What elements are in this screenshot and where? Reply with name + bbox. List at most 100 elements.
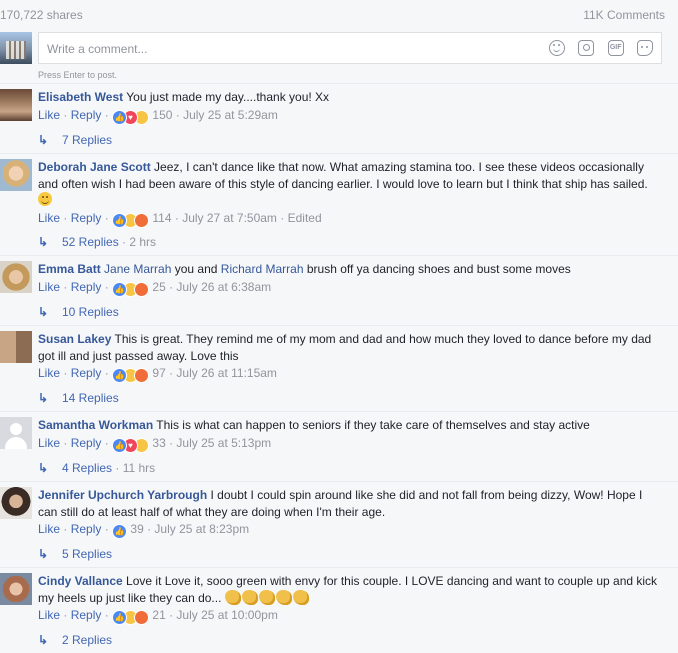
divider — [0, 567, 678, 568]
reaction-count[interactable]: 39 — [130, 522, 143, 536]
view-replies-link[interactable]: ↳ 7 Replies — [38, 133, 112, 147]
reply-arrow-icon: ↳ — [38, 547, 49, 561]
avatar[interactable] — [0, 89, 32, 121]
tagged-user[interactable]: Richard Marrah — [221, 262, 304, 276]
reactions[interactable]: 👍 — [112, 610, 150, 625]
comment-input-placeholder: Write a comment... — [47, 42, 148, 56]
like-button[interactable]: Like — [38, 108, 60, 122]
divider — [0, 83, 678, 84]
reactions[interactable]: 👍 ♥ — [112, 437, 150, 453]
reply-arrow-icon: ↳ — [38, 461, 49, 475]
comment-text: You just made my day....thank you! Xx — [126, 90, 330, 104]
view-replies-link[interactable]: ↳ 2 Replies — [38, 633, 112, 647]
reactions[interactable]: 👍 — [112, 281, 150, 297]
like-button[interactable]: Like — [38, 211, 60, 225]
reaction-count[interactable]: 21 — [152, 608, 165, 622]
divider — [0, 411, 678, 412]
comment-time[interactable]: July 26 at 11:15am — [176, 366, 277, 380]
like-reaction-icon: 👍 — [112, 109, 128, 125]
comment-text: Love it Love it, sooo green with envy fo… — [38, 574, 658, 605]
comment-time[interactable]: July 25 at 5:13pm — [176, 436, 271, 450]
reaction-count[interactable]: 97 — [152, 366, 165, 380]
reply-button[interactable]: Reply — [71, 522, 102, 536]
comment-author[interactable]: Cindy Vallance — [38, 574, 123, 588]
like-reaction-icon: 👍 — [112, 437, 128, 453]
emoji-icon[interactable] — [548, 40, 565, 56]
clap-icon — [241, 589, 258, 605]
comment-time[interactable]: July 25 at 5:29am — [183, 108, 278, 122]
avatar[interactable] — [0, 261, 32, 293]
avatar[interactable] — [0, 331, 32, 363]
comment-text: you and — [174, 262, 218, 276]
comment-author[interactable]: Susan Lakey — [38, 332, 111, 346]
divider — [0, 153, 678, 154]
gif-icon[interactable]: GIF — [607, 40, 624, 56]
like-button[interactable]: Like — [38, 366, 60, 380]
comment-composer: Write a comment... GIF Press Enter to po… — [0, 30, 678, 82]
comment-meta: Like · Reply · 👍 25 · July 26 at 6:38am — [38, 279, 658, 297]
reply-arrow-icon: ↳ — [38, 391, 49, 405]
clap-icon — [258, 589, 275, 605]
comments-count[interactable]: 11K Comments — [583, 8, 665, 22]
reply-button[interactable]: Reply — [71, 211, 102, 225]
comment-author[interactable]: Samantha Workman — [38, 418, 153, 432]
replies-ago: 11 hrs — [122, 461, 156, 475]
comment-text: This is great. They remind me of my mom … — [38, 332, 652, 363]
reply-button[interactable]: Reply — [71, 108, 102, 122]
view-replies-link[interactable]: ↳ 52 Replies · 2 hrs — [38, 235, 156, 249]
view-replies-link[interactable]: ↳ 5 Replies — [38, 547, 112, 561]
comment-time[interactable]: July 25 at 8:23pm — [154, 522, 249, 536]
reactions[interactable]: 👍 ♥ — [112, 109, 150, 125]
divider — [0, 481, 678, 482]
view-replies-link[interactable]: ↳ 4 Replies · 11 hrs — [38, 461, 155, 475]
composer-hint: Press Enter to post. — [38, 70, 118, 80]
reaction-count[interactable]: 25 — [152, 280, 165, 294]
reactions[interactable]: 👍 — [112, 212, 150, 228]
reply-button[interactable]: Reply — [71, 280, 102, 294]
comment-meta: Like · Reply · 👍 ♥ 33 · July 25 at 5:13pm — [38, 435, 658, 453]
comment-time[interactable]: July 27 at 7:50am — [182, 211, 277, 225]
sticker-icon[interactable] — [637, 40, 653, 56]
like-reaction-icon: 👍 — [112, 212, 128, 228]
avatar[interactable] — [0, 573, 32, 605]
reaction-count[interactable]: 114 — [152, 211, 171, 225]
like-button[interactable]: Like — [38, 280, 60, 294]
edited-label[interactable]: Edited — [288, 211, 322, 225]
reply-arrow-icon: ↳ — [38, 235, 49, 249]
clap-icon — [224, 589, 241, 605]
avatar[interactable] — [0, 159, 32, 191]
avatar[interactable] — [0, 417, 32, 449]
reactions[interactable]: 👍 — [112, 368, 150, 383]
comment-author[interactable]: Jennifer Upchurch Yarbrough — [38, 488, 207, 502]
comment-author[interactable]: Elisabeth West — [38, 90, 123, 104]
reactions[interactable]: 👍 — [112, 524, 128, 539]
comment-time[interactable]: July 26 at 6:38am — [176, 280, 271, 294]
shares-count[interactable]: 170,722 shares — [0, 8, 83, 22]
view-replies-link[interactable]: ↳ 14 Replies — [38, 391, 119, 405]
current-user-avatar[interactable] — [0, 32, 32, 64]
reply-button[interactable]: Reply — [71, 436, 102, 450]
comment-meta: Like · Reply · 👍 21 · July 25 at 10:00pm — [38, 607, 658, 625]
like-button[interactable]: Like — [38, 608, 60, 622]
avatar[interactable] — [0, 487, 32, 519]
comment-author[interactable]: Deborah Jane Scott — [38, 160, 151, 174]
reaction-count[interactable]: 150 — [152, 108, 172, 122]
comment-author[interactable]: Emma Batt — [38, 262, 101, 276]
like-reaction-icon: 👍 — [112, 610, 128, 625]
divider — [0, 325, 678, 326]
comment-time[interactable]: July 25 at 10:00pm — [176, 608, 277, 622]
clap-icon — [292, 589, 309, 605]
comment-input[interactable]: Write a comment... GIF — [38, 32, 662, 64]
comment-meta: Like · Reply · 👍 ♥ 150 · July 25 at 5:29a… — [38, 107, 658, 125]
angry-reaction-icon — [134, 368, 150, 383]
view-replies-link[interactable]: ↳ 10 Replies — [38, 305, 119, 319]
camera-icon[interactable] — [578, 40, 595, 56]
like-button[interactable]: Like — [38, 436, 60, 450]
angry-reaction-icon — [134, 212, 150, 228]
tagged-user[interactable]: Jane Marrah — [104, 262, 171, 276]
angry-reaction-icon — [134, 281, 150, 297]
reply-button[interactable]: Reply — [71, 608, 102, 622]
like-button[interactable]: Like — [38, 522, 60, 536]
reaction-count[interactable]: 33 — [152, 436, 165, 450]
reply-button[interactable]: Reply — [71, 366, 102, 380]
